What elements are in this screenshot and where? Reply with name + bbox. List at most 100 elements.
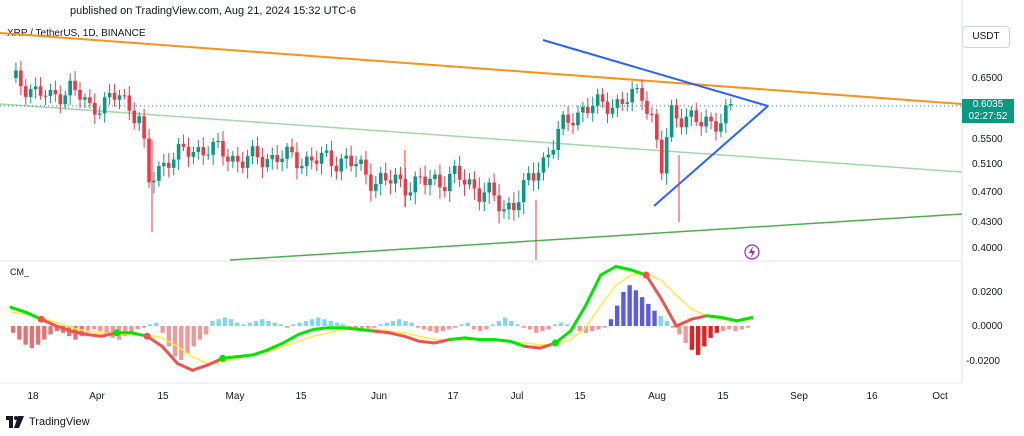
x-tick-label: 17 bbox=[447, 391, 459, 402]
candle-body bbox=[63, 95, 68, 105]
candle-body bbox=[344, 155, 349, 159]
candle-body bbox=[497, 195, 501, 212]
bar-countdown: 02:27:52 bbox=[968, 111, 1008, 122]
histogram-bar bbox=[639, 297, 645, 326]
macd-line-segment bbox=[720, 316, 739, 323]
macd-line-segment bbox=[584, 273, 603, 308]
histogram-bar bbox=[428, 326, 433, 332]
histogram-bar bbox=[204, 326, 209, 335]
macd-line-segment bbox=[553, 329, 573, 345]
candle-body bbox=[19, 70, 23, 87]
candle-body bbox=[97, 113, 102, 115]
histogram-bar bbox=[652, 310, 657, 326]
histogram-bar bbox=[677, 326, 682, 335]
macd-line-segment bbox=[296, 327, 315, 336]
histogram-bar bbox=[135, 326, 140, 330]
histogram-bar bbox=[291, 324, 296, 326]
candle-body bbox=[309, 156, 314, 161]
candle-body bbox=[369, 174, 373, 191]
histogram-bar bbox=[646, 303, 651, 326]
macd-line-segment bbox=[175, 361, 194, 372]
histogram-bar bbox=[490, 324, 495, 326]
y-tick-label: 0.4300 bbox=[972, 217, 1003, 228]
channel-support-line bbox=[229, 213, 963, 261]
histogram-bar bbox=[228, 319, 234, 326]
macd-line-segment bbox=[690, 314, 709, 321]
candle-body bbox=[551, 149, 556, 155]
candle-body bbox=[576, 112, 580, 126]
histogram-bar bbox=[471, 326, 477, 330]
brand-name: TradingView bbox=[29, 416, 90, 428]
candle-body bbox=[270, 154, 275, 160]
macd-line-segment bbox=[190, 363, 210, 372]
candle-body bbox=[162, 162, 166, 167]
histogram-bar bbox=[147, 324, 153, 326]
macd-line-segment bbox=[674, 317, 694, 328]
candle-body bbox=[53, 89, 58, 95]
candle-body bbox=[457, 165, 462, 180]
candle-body bbox=[334, 165, 339, 172]
histogram-bar bbox=[602, 326, 607, 328]
histogram-bar bbox=[141, 326, 147, 328]
macd-line-segment bbox=[417, 339, 436, 345]
histogram-bar bbox=[415, 326, 421, 328]
y-tick-label: 0.6500 bbox=[972, 73, 1003, 84]
histogram-bar bbox=[322, 319, 327, 326]
macd-line-segment bbox=[342, 326, 361, 331]
candle-body bbox=[571, 122, 575, 126]
histogram-bar bbox=[596, 326, 601, 330]
histogram-bar bbox=[446, 326, 452, 330]
orange-resistance-line bbox=[0, 32, 963, 105]
candle-body bbox=[127, 95, 132, 111]
histogram-bar bbox=[633, 290, 639, 326]
candle-body bbox=[556, 128, 561, 150]
candle-body bbox=[408, 192, 413, 196]
histogram-bar bbox=[278, 324, 284, 326]
x-tick-label: 15 bbox=[157, 391, 169, 402]
candle-body bbox=[102, 97, 107, 114]
candle-body bbox=[507, 202, 511, 210]
candle-body bbox=[694, 110, 699, 122]
chart-canvas[interactable] bbox=[0, 0, 1024, 436]
histogram-bar bbox=[297, 322, 302, 326]
histogram-bar bbox=[745, 326, 751, 328]
candle-body bbox=[319, 152, 324, 164]
histogram-bar bbox=[714, 326, 719, 333]
candle-body bbox=[88, 97, 92, 103]
candle-body bbox=[645, 100, 649, 114]
histogram-bar bbox=[621, 292, 626, 326]
histogram-bar bbox=[658, 315, 663, 326]
candle-body bbox=[438, 174, 442, 188]
indicator-y-tick: 0.0200 bbox=[972, 287, 1003, 298]
macd-line-segment bbox=[402, 334, 421, 343]
histogram-bar bbox=[484, 326, 489, 330]
candle-body bbox=[211, 141, 215, 155]
candle-body bbox=[364, 159, 368, 175]
triangle-upper-line bbox=[542, 39, 769, 107]
candle-body bbox=[166, 162, 171, 168]
candle-body bbox=[684, 116, 689, 128]
histogram-bar bbox=[48, 326, 53, 335]
histogram-bar bbox=[689, 326, 695, 350]
x-tick-label: Sep bbox=[790, 391, 808, 402]
candle-body bbox=[112, 93, 117, 100]
histogram-bar bbox=[91, 326, 97, 330]
histogram-bar bbox=[309, 319, 315, 326]
candle-body bbox=[650, 113, 654, 115]
candle-body bbox=[605, 101, 610, 114]
candle-body bbox=[132, 110, 137, 124]
candle-body bbox=[714, 121, 718, 132]
histogram-bar bbox=[720, 326, 726, 332]
candle-body bbox=[615, 99, 620, 108]
candle-body bbox=[305, 156, 309, 167]
flash-icon-bolt bbox=[749, 246, 755, 258]
histogram-bar bbox=[409, 322, 414, 326]
histogram-bar bbox=[222, 317, 228, 326]
histogram-bar bbox=[197, 326, 203, 340]
candle-body bbox=[265, 159, 270, 168]
histogram-bar bbox=[23, 326, 28, 345]
tradingview-logo[interactable]: TradingView bbox=[6, 414, 90, 430]
candle-body bbox=[393, 174, 398, 184]
candle-body bbox=[78, 89, 82, 100]
candle-body bbox=[467, 179, 472, 185]
